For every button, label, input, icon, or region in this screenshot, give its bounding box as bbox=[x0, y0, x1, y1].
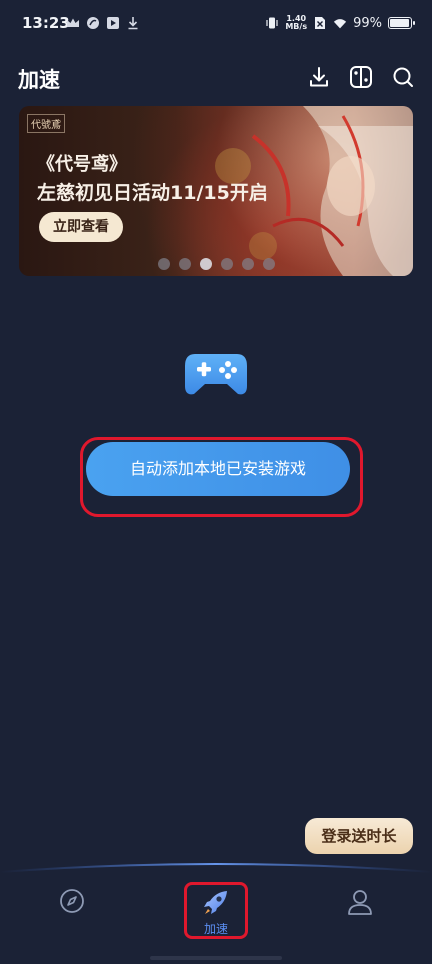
nav-item-discover[interactable] bbox=[42, 888, 102, 938]
battery-icon bbox=[388, 17, 415, 29]
page-title: 加速 bbox=[18, 68, 60, 92]
banner-pagination bbox=[19, 258, 413, 270]
leaf-app-icon bbox=[86, 16, 100, 30]
search-icon[interactable] bbox=[390, 64, 416, 90]
user-icon bbox=[348, 890, 372, 915]
nav-divider-glow bbox=[0, 863, 432, 873]
login-bonus-badge[interactable]: 登录送时长 bbox=[305, 818, 413, 854]
gamepad-icon bbox=[185, 354, 247, 395]
switch-console-icon[interactable] bbox=[348, 64, 374, 90]
download-icon[interactable] bbox=[306, 64, 332, 90]
nav-item-profile[interactable] bbox=[330, 888, 390, 938]
play-app-icon bbox=[106, 16, 120, 30]
battery-percent: 99% bbox=[353, 15, 382, 31]
view-now-button[interactable]: 立即查看 bbox=[39, 212, 123, 242]
header-actions bbox=[306, 64, 416, 90]
banner-dot[interactable] bbox=[178, 258, 191, 270]
banner-title: 《代号鸢》 bbox=[37, 154, 127, 175]
notification-icons bbox=[66, 16, 140, 30]
banner-game-logo: 代號鳶 bbox=[27, 114, 65, 133]
wifi-icon bbox=[333, 16, 347, 30]
battery-level bbox=[390, 19, 409, 27]
download-status-icon bbox=[126, 16, 140, 30]
banner-dot[interactable] bbox=[157, 258, 170, 270]
banner-dot[interactable] bbox=[262, 258, 275, 270]
home-indicator[interactable] bbox=[150, 956, 282, 960]
vibrate-icon bbox=[265, 16, 279, 30]
status-bar: 13:23 1.40 MB/s 99% bbox=[0, 0, 432, 52]
banner-subtitle: 左慈初见日活动11/15开启 bbox=[37, 182, 268, 204]
banner-dot[interactable] bbox=[199, 258, 212, 270]
compass-icon bbox=[60, 889, 84, 913]
promo-banner[interactable]: 代號鳶 《代号鸢》 左慈初见日活动11/15开启 立即查看 bbox=[19, 106, 413, 276]
sim-off-icon bbox=[313, 16, 327, 30]
status-right: 1.40 MB/s 99% bbox=[265, 15, 415, 31]
crown-icon bbox=[66, 16, 80, 30]
highlight-frame-boost-tab bbox=[184, 882, 248, 939]
status-time: 13:23 bbox=[22, 14, 70, 32]
net-speed-unit: MB/s bbox=[285, 22, 308, 31]
highlight-frame-add-games bbox=[80, 437, 363, 517]
banner-dot[interactable] bbox=[220, 258, 233, 270]
net-speed: 1.40 MB/s bbox=[285, 15, 307, 31]
banner-dot[interactable] bbox=[241, 258, 254, 270]
